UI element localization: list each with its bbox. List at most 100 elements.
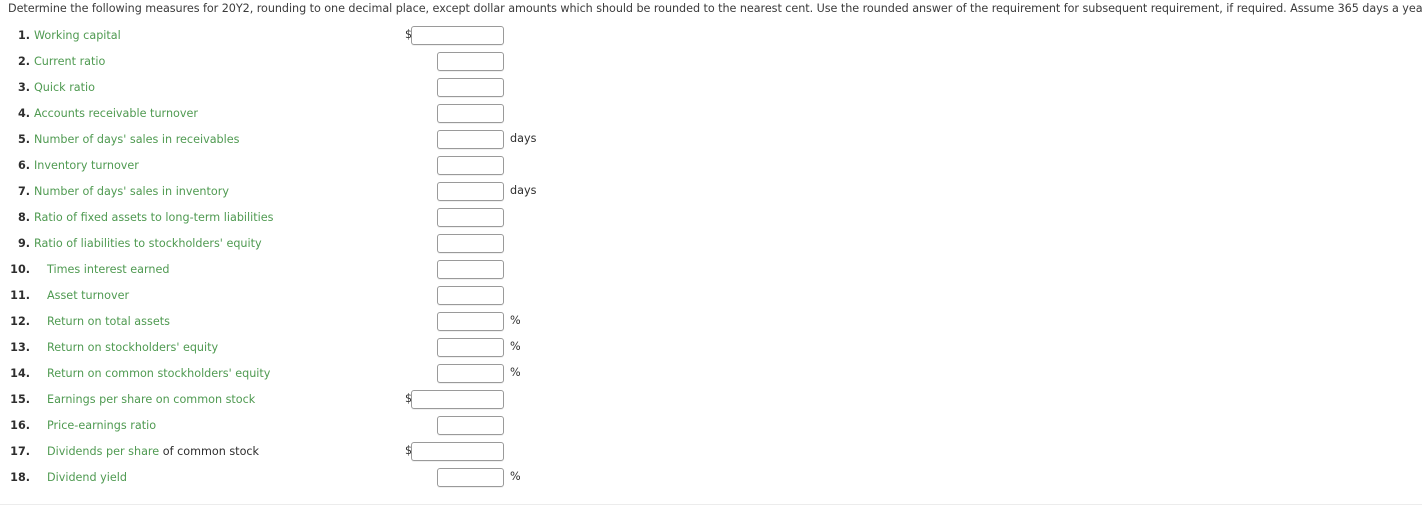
requirement-number: 15.	[10, 393, 30, 406]
requirement-label-link[interactable]: Number of days' sales in inventory	[34, 185, 229, 198]
answer-cell	[380, 259, 580, 285]
requirement-row: 4. Accounts receivable turnover	[0, 103, 1422, 129]
requirement-label-link[interactable]: Return on common stockholders' equity	[47, 367, 270, 380]
requirement-number: 18.	[10, 471, 30, 484]
answer-cell: %	[380, 311, 580, 337]
answer-cell	[380, 103, 580, 129]
requirement-label-link[interactable]: Current ratio	[34, 55, 105, 68]
requirement-label[interactable]: Return on total assets	[47, 315, 170, 328]
requirement-number: 9.	[17, 237, 30, 250]
unit-label: days	[510, 132, 537, 145]
requirement-row: 18. Dividend yield%	[0, 467, 1422, 493]
answer-cell	[380, 207, 580, 233]
requirement-number: 5.	[17, 133, 30, 146]
requirement-label-link[interactable]: Inventory turnover	[34, 159, 139, 172]
requirement-label[interactable]: Quick ratio	[34, 81, 95, 94]
answer-input[interactable]	[437, 182, 504, 201]
answer-cell: %	[380, 467, 580, 493]
answer-input[interactable]	[411, 26, 504, 45]
answer-input[interactable]	[437, 286, 504, 305]
requirement-row: 13. Return on stockholders' equity%	[0, 337, 1422, 363]
requirement-label[interactable]: Return on common stockholders' equity	[47, 367, 270, 380]
requirement-number: 10.	[10, 263, 30, 276]
answer-input[interactable]	[437, 234, 504, 253]
answer-input[interactable]	[411, 442, 504, 461]
requirement-row: 5. Number of days' sales in receivables da…	[0, 129, 1422, 155]
requirement-number: 13.	[10, 341, 30, 354]
requirement-number: 17.	[10, 445, 30, 458]
requirement-label[interactable]: Current ratio	[34, 55, 105, 68]
answer-cell	[380, 51, 580, 77]
requirement-row: 15. Earnings per share on common stock $	[0, 389, 1422, 415]
requirement-label[interactable]: Price-earnings ratio	[47, 419, 156, 432]
requirement-number: 8.	[17, 211, 30, 224]
requirement-label-link[interactable]: Asset turnover	[47, 289, 129, 302]
answer-input[interactable]	[437, 52, 504, 71]
answer-cell: $	[380, 25, 580, 51]
requirement-number: 11.	[10, 289, 30, 302]
answer-cell	[380, 415, 580, 441]
requirement-row: 6. Inventory turnover	[0, 155, 1422, 181]
requirement-label[interactable]: Working capital	[34, 29, 121, 42]
requirement-label-link[interactable]: Return on total assets	[47, 315, 170, 328]
requirement-number: 12.	[10, 315, 30, 328]
requirement-label-link[interactable]: Price-earnings ratio	[47, 419, 156, 432]
answer-cell: %	[380, 363, 580, 389]
requirement-label[interactable]: Number of days' sales in inventory	[34, 185, 229, 198]
requirement-label-link[interactable]: Working capital	[34, 29, 121, 42]
requirement-label-link[interactable]: Ratio of fixed assets to long-term liabi…	[34, 211, 273, 224]
unit-label: %	[510, 470, 521, 483]
bottom-divider	[0, 504, 1422, 505]
instructions-text: Determine the following measures for 20Y…	[8, 2, 1422, 15]
requirement-label[interactable]: Dividend yield	[47, 471, 127, 484]
requirement-number: 4.	[17, 107, 30, 120]
requirement-label-plain: of common stock	[159, 445, 260, 458]
answer-input[interactable]	[437, 416, 504, 435]
requirement-label-link[interactable]: Number of days' sales in receivables	[34, 133, 239, 146]
requirement-label-link[interactable]: Earnings per share on common stock	[47, 393, 255, 406]
requirement-label[interactable]: Ratio of liabilities to stockholders' eq…	[34, 237, 262, 250]
requirement-row: 9. Ratio of liabilities to stockholders' …	[0, 233, 1422, 259]
answer-input[interactable]	[437, 156, 504, 175]
requirement-label[interactable]: Times interest earned	[47, 263, 169, 276]
requirement-label[interactable]: Dividends per share of common stock	[47, 445, 259, 458]
requirement-number: 16.	[10, 419, 30, 432]
answer-input[interactable]	[437, 338, 504, 357]
requirement-label[interactable]: Number of days' sales in receivables	[34, 133, 239, 146]
answer-input[interactable]	[437, 130, 504, 149]
requirement-label-link[interactable]: Return on stockholders' equity	[47, 341, 218, 354]
requirement-label-link[interactable]: Dividend yield	[47, 471, 127, 484]
requirement-label-link[interactable]: Quick ratio	[34, 81, 95, 94]
unit-label: %	[510, 314, 521, 327]
requirement-label[interactable]: Ratio of fixed assets to long-term liabi…	[34, 211, 273, 224]
requirement-number: 3.	[17, 81, 30, 94]
requirement-row: 1. Working capital $	[0, 25, 1422, 51]
answer-input[interactable]	[437, 78, 504, 97]
answer-input[interactable]	[437, 260, 504, 279]
unit-label: %	[510, 340, 521, 353]
requirement-label-link[interactable]: Ratio of liabilities to stockholders' eq…	[34, 237, 262, 250]
answer-input[interactable]	[437, 208, 504, 227]
requirement-label-link[interactable]: Times interest earned	[47, 263, 169, 276]
answer-input[interactable]	[411, 390, 504, 409]
requirement-row: 7. Number of days' sales in inventory days	[0, 181, 1422, 207]
requirement-label[interactable]: Asset turnover	[47, 289, 129, 302]
answer-input[interactable]	[437, 364, 504, 383]
requirement-row: 12. Return on total assets%	[0, 311, 1422, 337]
worksheet-page: Determine the following measures for 20Y…	[0, 0, 1422, 512]
answer-cell: $	[380, 389, 580, 415]
answer-cell	[380, 155, 580, 181]
unit-label: %	[510, 366, 521, 379]
answer-input[interactable]	[437, 312, 504, 331]
requirement-label-link[interactable]: Accounts receivable turnover	[34, 107, 198, 120]
answer-cell: days	[380, 181, 580, 207]
requirements-list: 1. Working capital $2. Current ratio 3. Quick…	[0, 25, 1422, 493]
requirement-label[interactable]: Accounts receivable turnover	[34, 107, 198, 120]
answer-input[interactable]	[437, 468, 504, 487]
requirement-number: 2.	[17, 55, 30, 68]
requirement-label[interactable]: Inventory turnover	[34, 159, 139, 172]
requirement-label[interactable]: Return on stockholders' equity	[47, 341, 218, 354]
requirement-label[interactable]: Earnings per share on common stock	[47, 393, 255, 406]
requirement-label-link[interactable]: Dividends per share	[47, 445, 159, 458]
answer-input[interactable]	[437, 104, 504, 123]
